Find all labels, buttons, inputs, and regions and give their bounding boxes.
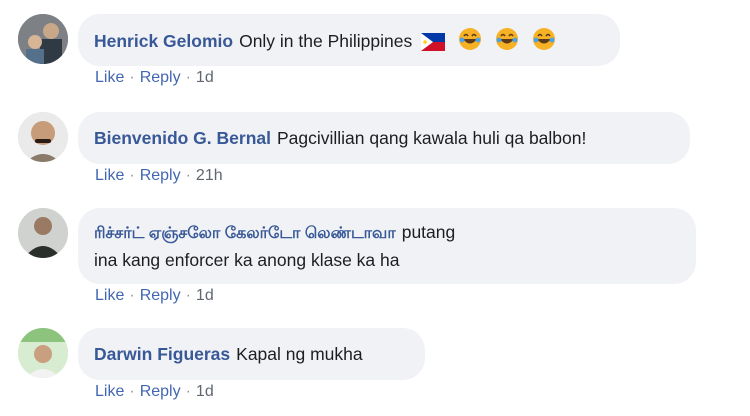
separator: ·: [129, 69, 135, 86]
comment-actions: Like · Reply · 21h: [95, 167, 223, 185]
like-link[interactable]: Like: [95, 287, 124, 304]
reply-link[interactable]: Reply: [140, 167, 181, 184]
timestamp[interactable]: 21h: [196, 167, 223, 184]
comment-text: putang: [401, 222, 456, 242]
like-link[interactable]: Like: [95, 69, 124, 86]
comment-author[interactable]: Bienvenido G. Bernal: [94, 128, 271, 148]
avatar[interactable]: [18, 14, 68, 64]
separator: ·: [129, 383, 135, 400]
comment-text: Pagcivillian qang kawala huli qa balbon!: [276, 128, 587, 148]
comment-actions: Like · Reply · 1d: [95, 69, 214, 87]
separator: ·: [185, 69, 191, 86]
comment-bubble: Darwin Figueras Kapal ng mukha: [78, 328, 425, 380]
comment-line: ரிச்சர்ட் ஏஞ்சலோ கேலர்டோ லெண்டாவா putang: [94, 219, 680, 247]
avatar[interactable]: [18, 328, 68, 378]
separator: ·: [185, 383, 191, 400]
comment-bubble: Henrick Gelomio Only in the Philippines: [78, 14, 620, 66]
laughing-emoji-icon: [458, 27, 482, 58]
comment-bubble: ரிச்சர்ட் ஏஞ்சலோ கேலர்டோ லெண்டாவா putang …: [78, 208, 696, 284]
comment-author[interactable]: Henrick Gelomio: [94, 31, 233, 51]
avatar[interactable]: [18, 112, 68, 162]
comment-author[interactable]: Darwin Figueras: [94, 344, 230, 364]
comment-text: Only in the Philippines: [239, 31, 413, 51]
comment-text: Kapal ng mukha: [236, 344, 363, 364]
timestamp[interactable]: 1d: [196, 383, 214, 400]
avatar[interactable]: [18, 208, 68, 258]
separator: ·: [129, 287, 135, 304]
like-link[interactable]: Like: [95, 167, 124, 184]
separator: ·: [185, 167, 191, 184]
philippines-flag-icon: [421, 32, 446, 58]
timestamp[interactable]: 1d: [196, 287, 214, 304]
separator: ·: [129, 167, 135, 184]
comment-author[interactable]: ரிச்சர்ட் ஏஞ்சலோ கேலர்டோ லெண்டாவா: [94, 225, 396, 242]
timestamp[interactable]: 1d: [196, 69, 214, 86]
comment-actions: Like · Reply · 1d: [95, 287, 214, 305]
like-link[interactable]: Like: [95, 383, 124, 400]
comment-text: ina kang enforcer ka anong klase ka ha: [94, 250, 400, 270]
separator: ·: [185, 287, 191, 304]
comment-actions: Like · Reply · 1d: [95, 383, 214, 401]
reply-link[interactable]: Reply: [140, 69, 181, 86]
laughing-emoji-icon: [532, 27, 556, 58]
laughing-emoji-icon: [495, 27, 519, 58]
comment-bubble: Bienvenido G. Bernal Pagcivillian qang ka…: [78, 112, 690, 164]
reply-link[interactable]: Reply: [140, 287, 181, 304]
reply-link[interactable]: Reply: [140, 383, 181, 400]
